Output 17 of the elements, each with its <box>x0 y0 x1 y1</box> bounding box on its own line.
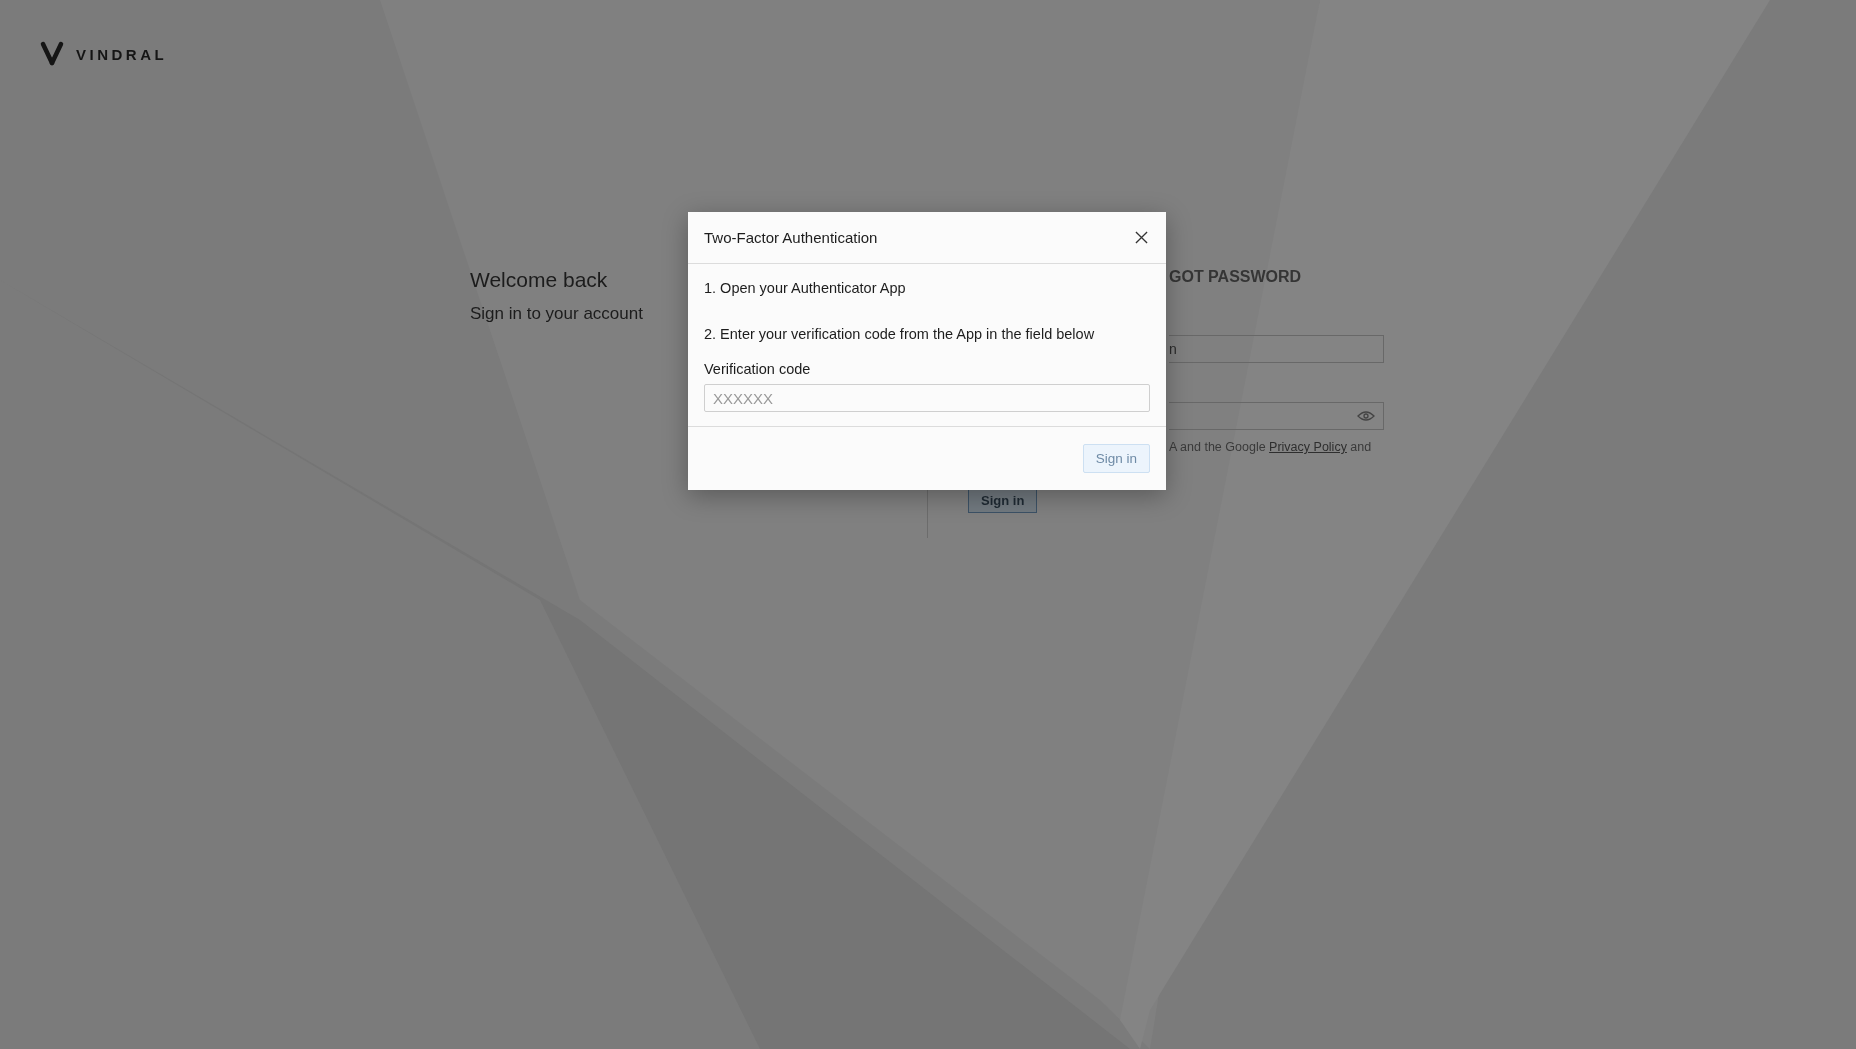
close-icon[interactable] <box>1133 229 1150 246</box>
field-label: Verification code <box>704 361 812 377</box>
password-field[interactable] <box>1169 402 1384 430</box>
eye-icon[interactable] <box>1357 410 1375 422</box>
logo-wordmark: VINDRAL <box>76 45 168 63</box>
instruction-step: 2. Enter your verification code from the App in the field below <box>704 326 1150 342</box>
instruction-step: 1. Open your Authenticator App <box>704 280 1150 296</box>
legal-text: A and the Google Privacy Policy and <box>1169 440 1372 454</box>
username-field[interactable]: n <box>1169 335 1384 363</box>
welcome-title: Welcome back <box>470 268 608 292</box>
forgot-password-tab[interactable]: GOT PASSWORD <box>1169 268 1302 286</box>
sign-in-button[interactable]: Sign in <box>968 488 1038 513</box>
logo-icon <box>40 41 64 67</box>
privacy-policy-link[interactable]: Privacy Policy <box>1269 440 1347 454</box>
welcome-subtitle: Sign in to your account <box>470 304 643 324</box>
dialog-title: Two-Factor Authentication <box>704 229 878 246</box>
verification-code-field[interactable]: XXXXXX <box>704 384 1150 412</box>
